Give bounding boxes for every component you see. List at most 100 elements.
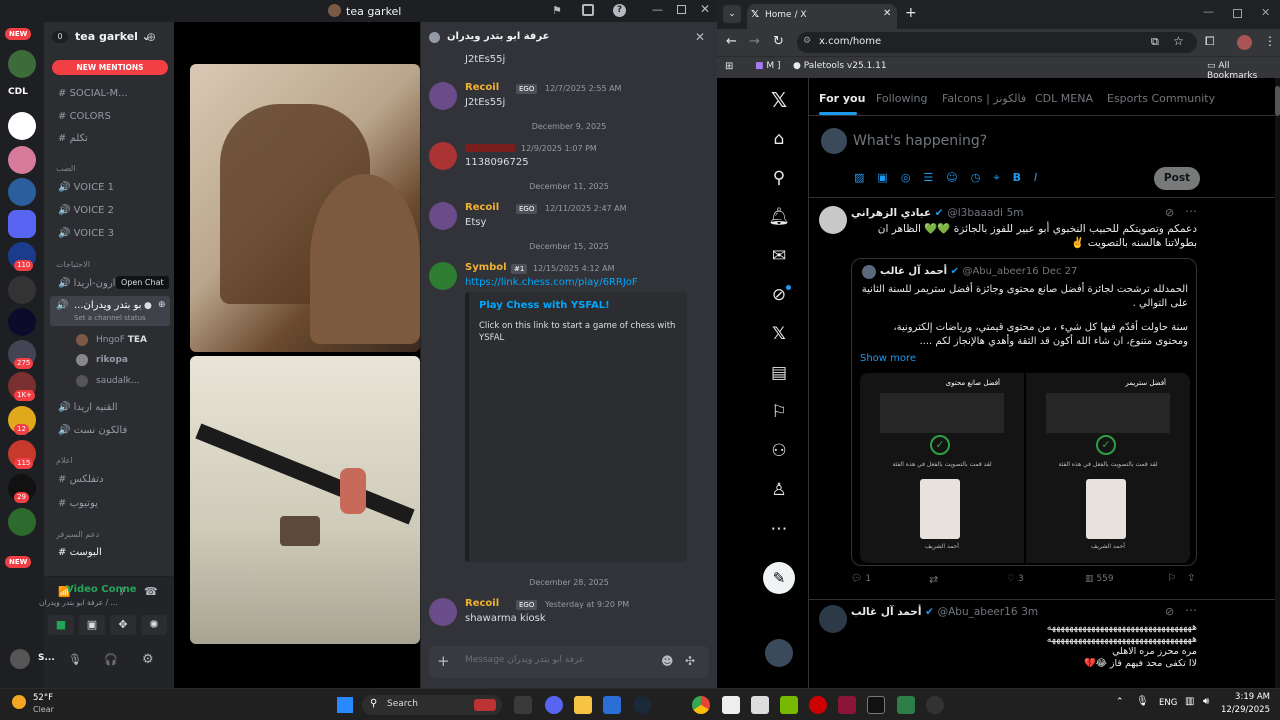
account-avatar[interactable]: [765, 639, 793, 667]
voice-channel[interactable]: 🔊 VOICE 1: [58, 182, 114, 193]
voice-member[interactable]: HngoF TEA: [96, 335, 147, 345]
tab-falcons[interactable]: Falcons | فالكونز: [942, 92, 1026, 105]
call-of-duty-icon[interactable]: [867, 696, 885, 714]
maximize-icon[interactable]: [677, 5, 686, 14]
tweet[interactable]: عبادي الزهراني ✔ @l3baaadi 5m ⊘ ⋯ دعمكم …: [809, 198, 1275, 600]
communities-icon[interactable]: ⚇: [767, 439, 791, 463]
chrome-taskbar-icon[interactable]: [692, 696, 710, 714]
document-icon[interactable]: [751, 696, 769, 714]
messages-icon[interactable]: ✉: [767, 244, 791, 268]
grok-explain-icon[interactable]: ⊘: [1165, 605, 1174, 618]
media-app-icon[interactable]: [809, 696, 827, 714]
voice-channel[interactable]: 🔊 VOICE 3: [58, 228, 114, 239]
settings-gear-icon[interactable]: ⚙: [142, 652, 154, 667]
taskbar-search[interactable]: ⚲ Search: [362, 695, 502, 715]
forward-icon[interactable]: →: [749, 34, 760, 49]
site-info-icon[interactable]: ⚙: [803, 36, 811, 46]
lists-icon[interactable]: ▤: [767, 361, 791, 385]
notepad-icon[interactable]: [722, 696, 740, 714]
bookmark-item[interactable]: ● Paletools v25.1.11: [793, 61, 887, 71]
server-icon[interactable]: [8, 50, 36, 78]
address-bar[interactable]: ⚙ x.com/home ⧉ ☆: [797, 32, 1197, 53]
tab-for-you[interactable]: For you: [819, 92, 865, 105]
gif-icon[interactable]: ▣: [877, 171, 900, 184]
category-label[interactable]: اعلام: [56, 456, 73, 465]
show-more-link[interactable]: Show more: [860, 353, 916, 364]
weather-desc[interactable]: Clear: [33, 705, 54, 714]
location-icon[interactable]: ⌖: [993, 171, 1012, 184]
file-explorer-icon[interactable]: [574, 696, 592, 714]
install-app-icon[interactable]: ⧉: [1151, 35, 1159, 49]
tab-esports-community[interactable]: Esports Community: [1107, 92, 1215, 105]
server-icon[interactable]: [8, 508, 36, 536]
voice-channel[interactable]: 🔊 فالكون نست: [58, 425, 127, 436]
more-icon[interactable]: ⋯: [767, 517, 791, 541]
tab-cdl-mena[interactable]: CDL MENA: [1035, 92, 1093, 105]
quote-image[interactable]: أفضل صانع محتوى ✓ لقد قمت بالتصويت بالفع…: [860, 373, 1024, 563]
notifications-icon[interactable]: 🔔︎: [767, 205, 791, 229]
channel-item[interactable]: # البوست: [58, 547, 102, 558]
discord-taskbar-icon[interactable]: [545, 696, 563, 714]
task-view-icon[interactable]: [514, 696, 532, 714]
tweet[interactable]: أحمد آل غالب ✔ @Abu_abeer16 3m ⊘ ⋯ ههههه…: [809, 601, 1275, 688]
channel-item[interactable]: # COLORS: [58, 111, 111, 122]
profile-avatar[interactable]: [1237, 35, 1252, 50]
weather-icon[interactable]: [12, 695, 26, 709]
category-label[interactable]: الصب: [56, 164, 75, 173]
disconnect-icon[interactable]: ☎: [144, 585, 158, 598]
minimize-icon[interactable]: —: [652, 3, 663, 16]
home-icon[interactable]: ⌂: [767, 127, 791, 151]
profile-icon[interactable]: ♙: [767, 478, 791, 502]
url-text[interactable]: x.com/home: [819, 36, 881, 47]
new-tab-icon[interactable]: +: [905, 5, 917, 21]
quote-image[interactable]: أفضل ستريمر ✓ لقد قمت بالتصويت بالفعل في…: [1026, 373, 1190, 563]
message-input[interactable]: Message عرفة ابو بتدر ويدران: [465, 655, 655, 665]
network-icon[interactable]: ▥: [1185, 696, 1194, 707]
add-friend-icon[interactable]: ⊕: [146, 30, 156, 44]
more-options-icon[interactable]: ⋯: [1185, 204, 1197, 218]
help-icon[interactable]: ?: [613, 4, 626, 17]
emoji-icon[interactable]: ☻: [661, 654, 674, 668]
reply-button[interactable]: 💬︎ 1: [851, 574, 871, 584]
user-avatar[interactable]: [10, 649, 30, 669]
redacted-author[interactable]: [465, 144, 515, 152]
premium-x-icon[interactable]: 𝕏: [767, 322, 791, 346]
extensions-icon[interactable]: ⧠: [1205, 34, 1215, 49]
bookmarks-icon[interactable]: ⚐: [767, 400, 791, 424]
tweet-author[interactable]: عبادي الزهراني ✔ @l3baaadi 5m: [851, 207, 1023, 219]
tweet-author[interactable]: أحمد آل غالب ✔ @Abu_abeer16 3m: [851, 606, 1038, 618]
message-author[interactable]: Symbol: [465, 262, 507, 273]
clock-time[interactable]: 3:19 AM: [1220, 692, 1270, 702]
channel-item[interactable]: # يوتيوب: [58, 498, 98, 509]
share-icon[interactable]: ⇪: [1187, 573, 1195, 584]
noise-suppression-icon[interactable]: ⫽: [120, 585, 125, 599]
embed-title[interactable]: Play Chess with YSFAL!: [479, 300, 610, 311]
avatar[interactable]: [429, 262, 457, 290]
invite-user-icon[interactable]: ⊕: [158, 300, 166, 310]
close-icon[interactable]: ✕: [1261, 6, 1270, 19]
server-icon[interactable]: [8, 146, 36, 174]
bookmark-star-icon[interactable]: ☆: [1173, 34, 1184, 48]
avatar[interactable]: [819, 206, 847, 234]
voice-connected-label[interactable]: Video Connected: [66, 584, 136, 595]
soundboard-button[interactable]: ✺: [141, 615, 167, 635]
poll-icon[interactable]: ☰: [923, 171, 946, 184]
category-label[interactable]: الاحتياجات: [56, 260, 90, 269]
xbox-icon[interactable]: [897, 696, 915, 714]
tab-active[interactable]: 𝕏 Home / X ✕: [747, 4, 897, 29]
apps-grid-icon[interactable]: ⊞: [725, 61, 733, 72]
steam-icon[interactable]: [633, 696, 651, 714]
avatar[interactable]: [429, 142, 457, 170]
folder-icon[interactable]: [8, 210, 36, 238]
bookmark-icon[interactable]: ⚐: [1167, 573, 1176, 584]
composer-avatar[interactable]: [821, 128, 847, 154]
bold-icon[interactable]: B: [1013, 171, 1034, 184]
store-icon[interactable]: [603, 696, 621, 714]
bookmark-item[interactable]: ■ M ]: [755, 61, 781, 71]
voice-channel[interactable]: 🔊 VOICE 2: [58, 205, 114, 216]
server-icon[interactable]: [8, 308, 36, 336]
explore-icon[interactable]: ⚲: [767, 166, 791, 190]
message-link[interactable]: https://link.chess.com/play/6RRJoF: [465, 277, 638, 288]
channel-item[interactable]: # SOCIAL-M...: [58, 88, 128, 99]
voice-channel[interactable]: 🔊 القنيه اريدا: [58, 402, 118, 413]
